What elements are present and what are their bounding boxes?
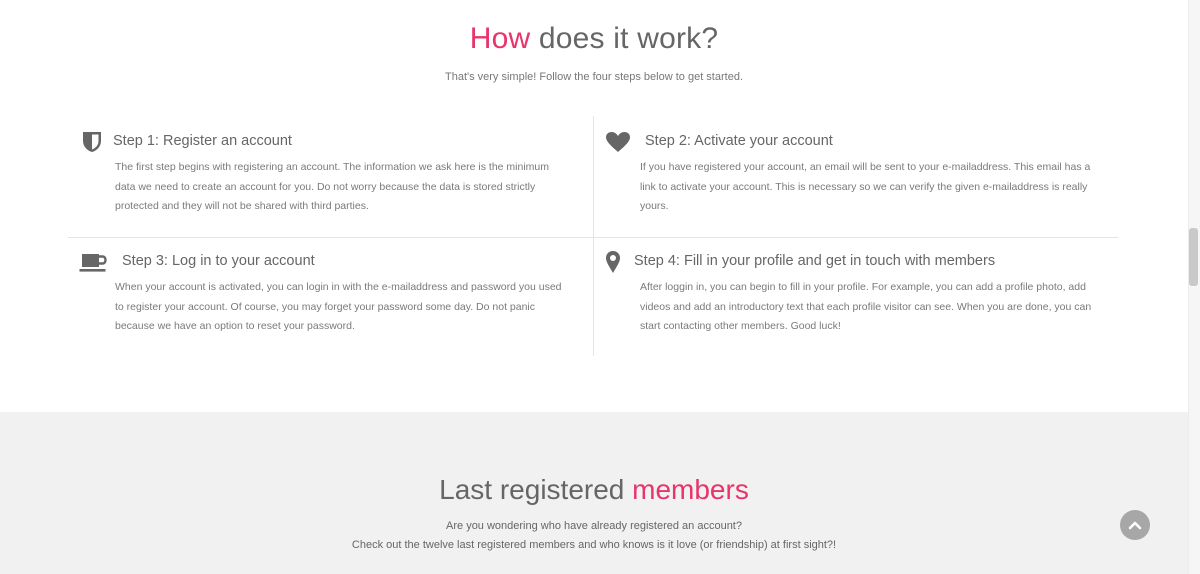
how-it-works-subtitle: That's very simple! Follow the four step… (444, 71, 743, 83)
shield-icon (79, 130, 105, 154)
members-subtitle-line-2: Check out the twelve last registered mem… (351, 539, 837, 551)
back-to-top-button[interactable] (1120, 510, 1150, 540)
page: How does it work? That's very simple! Fo… (0, 0, 1200, 574)
step-1-title: Step 1: Register an account (113, 133, 292, 149)
steps-vertical-divider (593, 116, 594, 356)
how-it-works-title-rest: does it work? (530, 22, 719, 55)
heart-icon (604, 130, 632, 154)
step-2-description: If you have registered your account, an … (640, 161, 1091, 212)
step-4-description: After loggin in, you can begin to fill i… (640, 281, 1092, 332)
chevron-up-icon (1128, 520, 1142, 530)
members-title-rest: Last registered (439, 474, 633, 505)
how-it-works-title-accent: How (469, 22, 531, 55)
page-scrollbar[interactable] (1188, 0, 1200, 574)
step-1-description: The first step begins with registering a… (115, 161, 550, 212)
how-it-works-title: How does it work? (0, 22, 1188, 56)
map-marker-icon (604, 250, 622, 274)
members-title-accent: members (632, 474, 749, 505)
how-it-works-section: How does it work? That's very simple! Fo… (0, 0, 1200, 412)
members-subtitle-line-1: Are you wondering who have already regis… (446, 520, 742, 532)
page-scrollbar-thumb[interactable] (1189, 228, 1198, 286)
members-title: Last registered members (0, 474, 1188, 506)
step-2-title: Step 2: Activate your account (645, 133, 833, 149)
step-3-title: Step 3: Log in to your account (122, 253, 315, 269)
last-registered-members-section: Last registered members Are you wonderin… (0, 412, 1200, 574)
coffee-cup-icon (79, 250, 107, 274)
step-3-description: When your account is activated, you can … (115, 281, 562, 332)
step-4-title: Step 4: Fill in your profile and get in … (634, 253, 996, 269)
